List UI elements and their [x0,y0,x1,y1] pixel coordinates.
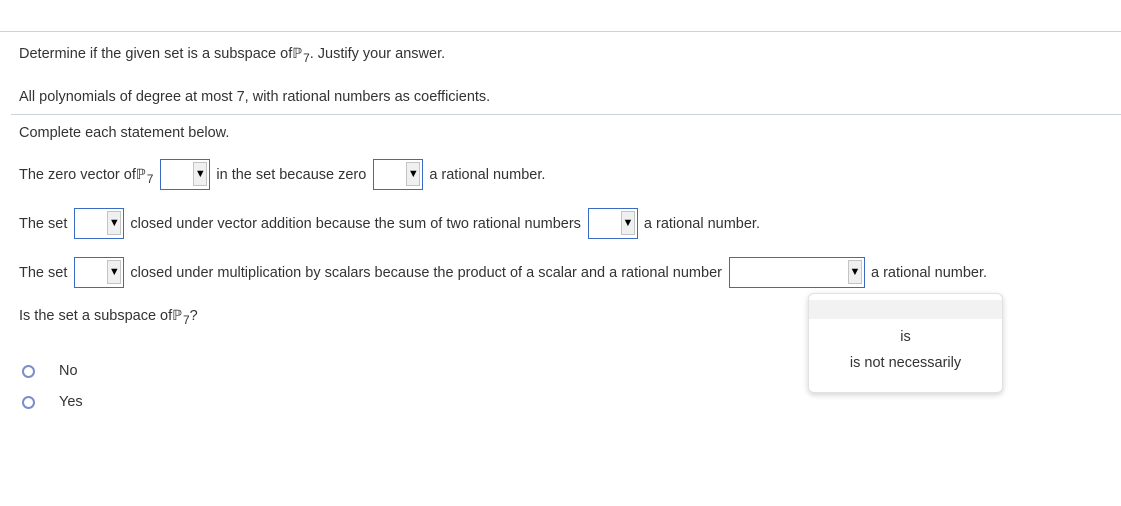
addition-rational-dropdown[interactable]: ▼ [587,208,638,239]
statement-zero-vector: The zero vector of ℙ7 ▼ in the set becau… [19,159,545,190]
menu-option-is-not-necessarily[interactable]: is not necessarily [809,352,1002,374]
menu-option-is[interactable]: is [809,326,1002,348]
subspace-question-text: Is the set a subspace of [19,308,173,324]
section-divider [11,114,1121,115]
zero-vector-dropdown[interactable]: ▼ [160,159,211,190]
radio-label-yes[interactable]: Yes [59,394,83,410]
question-prompt: Determine if the given set is a subspace… [19,46,446,65]
dropdown-menu: is is not necessarily [808,293,1003,393]
space-symbol: ℙ [135,166,146,183]
menu-option-blank[interactable] [809,300,1002,319]
radio-button-yes[interactable] [22,395,35,409]
space-subscript: 7 [146,171,154,186]
subspace-question: Is the set a subspace of ℙ 7? [19,308,198,327]
dropdown-arrow-icon[interactable]: ▼ [847,260,862,284]
statement-text: The set [19,264,68,281]
top-divider [0,31,1121,32]
space-subscript: 7 [182,313,190,327]
radio-button-no[interactable] [22,364,35,378]
dropdown-arrow-icon[interactable]: ▼ [406,162,421,186]
prompt-text-after: . Justify your answer. [309,46,446,62]
scalar-rational-dropdown[interactable]: ▼ [728,257,865,288]
scalar-closed-dropdown[interactable]: ▼ [74,257,125,288]
dropdown-arrow-icon[interactable]: ▼ [107,211,122,235]
statement-addition: The set ▼ closed under vector addition b… [19,208,760,239]
question-mark: ? [189,308,198,324]
statement-text: The zero vector of [19,166,136,183]
statement-text: The set [19,215,68,232]
prompt-text: Determine if the given set is a subspace… [19,46,293,62]
statement-text: a rational number. [429,166,546,183]
statement-text: closed under multiplication by scalars b… [130,264,722,281]
radio-option-no[interactable]: No [22,363,78,379]
set-description-text: All polynomials of degree at most 7, wit… [19,89,491,105]
statement-text: closed under vector addition because the… [130,215,581,232]
statement-text: a rational number. [643,215,760,232]
radio-label-no[interactable]: No [59,363,78,379]
space-symbol: ℙ [172,308,182,324]
statement-text: a rational number. [870,264,988,281]
dropdown-arrow-icon[interactable]: ▼ [620,211,635,235]
addition-closed-dropdown[interactable]: ▼ [74,208,125,239]
statement-scalar: The set ▼ closed under multiplication by… [19,257,987,288]
statement-text: in the set because zero [216,166,367,183]
space-symbol: ℙ [292,46,303,62]
instruction: Complete each statement below. [19,125,229,141]
dropdown-arrow-icon[interactable]: ▼ [193,162,208,186]
zero-rational-dropdown[interactable]: ▼ [373,159,424,190]
set-description: All polynomials of degree at most 7, wit… [19,89,490,105]
dropdown-arrow-icon[interactable]: ▼ [107,260,122,284]
instruction-text: Complete each statement below. [19,125,230,141]
radio-option-yes[interactable]: Yes [22,394,83,410]
space-subscript: 7 [303,51,310,65]
